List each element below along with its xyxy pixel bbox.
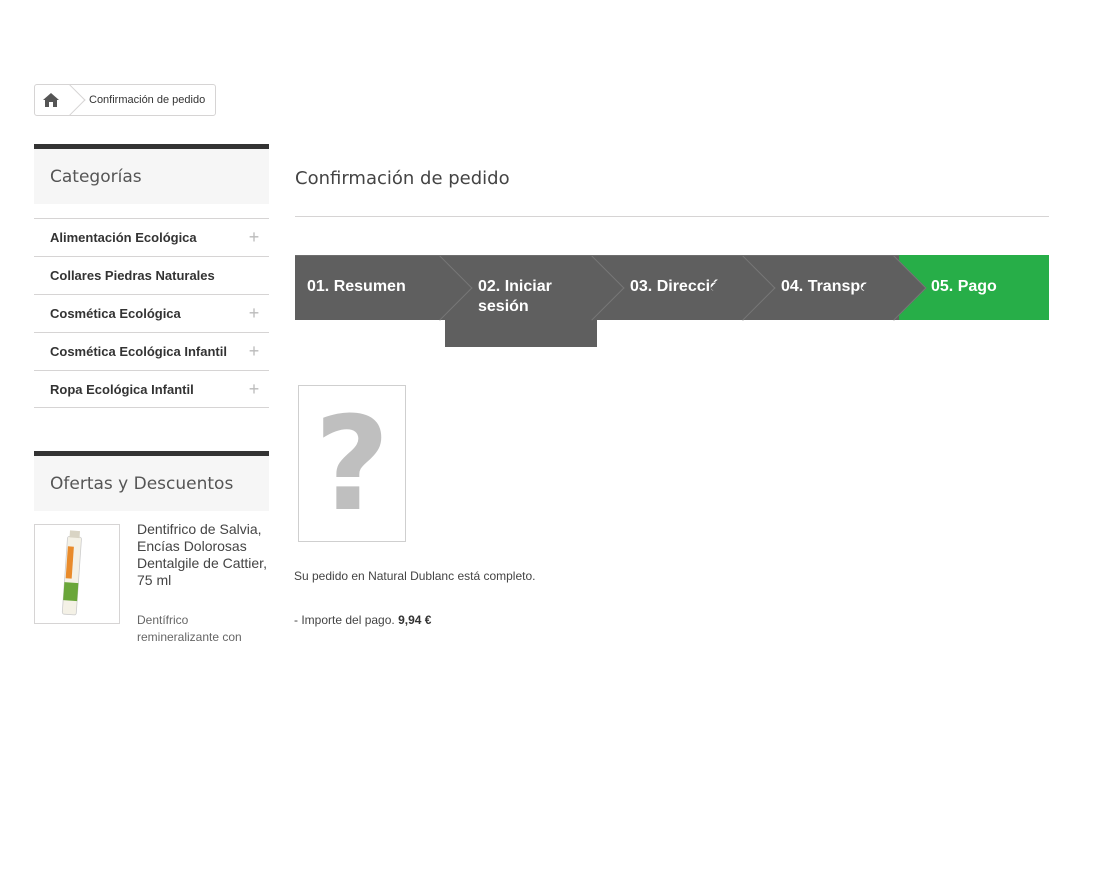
payment-module-image: ?	[298, 385, 406, 542]
order-complete-message: Su pedido en Natural Dublanc está comple…	[294, 569, 536, 583]
category-label: Alimentación Ecológica	[50, 230, 197, 245]
step-summary[interactable]: 01. Resumen	[295, 255, 473, 321]
category-list: Alimentación Ecológica + Collares Piedra…	[34, 218, 269, 408]
step-login[interactable]: 02. Iniciar sesión	[445, 255, 625, 347]
category-item-cosmetica[interactable]: Cosmética Ecológica +	[34, 294, 269, 332]
category-label: Ropa Ecológica Infantil	[50, 381, 194, 397]
category-item-cosmetica-infantil[interactable]: Cosmética Ecológica Infantil +	[34, 332, 269, 370]
expand-icon[interactable]: +	[247, 341, 261, 362]
checkout-steps: 01. Resumen 02. Iniciar sesión 03. Direc…	[295, 255, 1049, 347]
breadcrumb-current: Confirmación de pedido	[89, 94, 206, 106]
step-label: 05. Pago	[931, 278, 997, 295]
category-label: Cosmética Ecológica	[50, 306, 181, 321]
offer-product-description: Dentífrico remineralizante con	[137, 613, 242, 644]
category-label: Cosmética Ecológica Infantil	[50, 344, 227, 359]
expand-icon[interactable]: +	[247, 227, 261, 248]
category-item-ropa-infantil[interactable]: Ropa Ecológica Infantil +	[34, 370, 269, 408]
expand-icon[interactable]: +	[247, 303, 261, 324]
payment-amount: - Importe del pago. 9,94 €	[294, 613, 431, 627]
question-mark-icon: ?	[314, 387, 390, 540]
category-label: Collares Piedras Naturales	[50, 268, 215, 283]
step-label: 01. Resumen	[307, 278, 406, 295]
breadcrumb-separator	[67, 85, 79, 115]
category-item-collares[interactable]: Collares Piedras Naturales	[34, 256, 269, 294]
categories-title: Categorías	[34, 144, 269, 204]
category-item-alimentacion[interactable]: Alimentación Ecológica +	[34, 218, 269, 256]
page-title: Confirmación de pedido	[295, 168, 510, 189]
offer-product-name[interactable]: Dentifrico de Salvia, Encías Dolorosas D…	[137, 521, 272, 589]
amount-value: 9,94 €	[398, 613, 432, 627]
expand-icon[interactable]: +	[247, 379, 261, 400]
offer-product-image[interactable]	[34, 524, 120, 624]
title-divider	[295, 216, 1049, 217]
toothpaste-tube-icon	[61, 530, 82, 616]
amount-label: - Importe del pago.	[294, 613, 395, 627]
offers-title: Ofertas y Descuentos	[34, 451, 269, 511]
breadcrumb: Confirmación de pedido	[34, 84, 217, 116]
